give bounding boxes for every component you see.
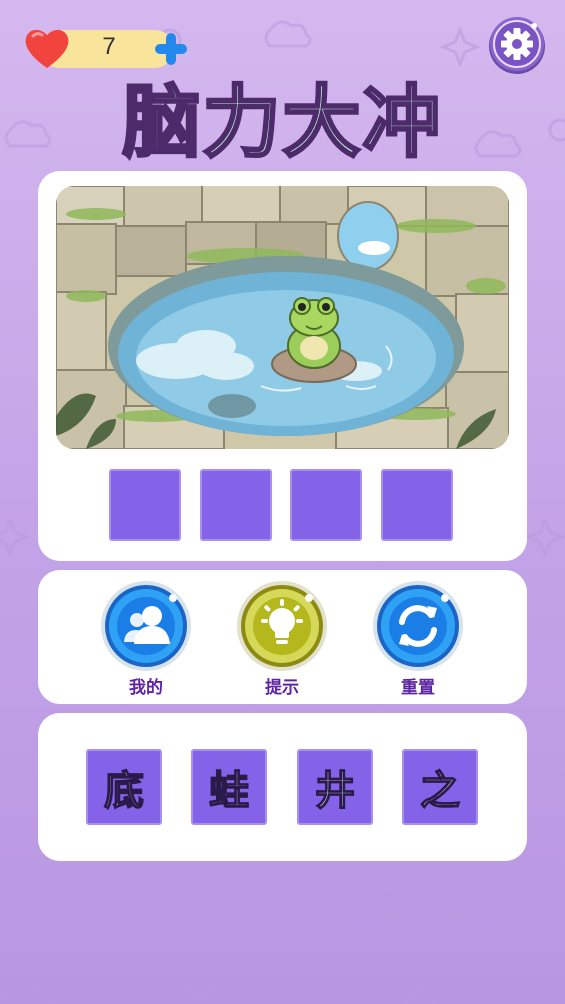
puzzle-image	[56, 186, 509, 449]
answer-slot[interactable]	[109, 469, 181, 541]
char-tile[interactable]: 蛙	[191, 749, 267, 825]
char-tile-label: 蛙	[208, 767, 250, 815]
char-tile[interactable]: 之	[402, 749, 478, 825]
lightbulb-icon	[237, 581, 327, 671]
users-icon	[101, 581, 191, 671]
char-tile[interactable]: 井	[297, 749, 373, 825]
action-panel: 我的 提示 重置	[38, 570, 527, 704]
hint-button[interactable]: 提示	[236, 580, 328, 698]
gear-icon[interactable]	[488, 16, 546, 74]
answer-slot[interactable]	[290, 469, 362, 541]
puzzle-panel	[38, 171, 527, 561]
mine-button[interactable]: 我的	[100, 580, 192, 698]
refresh-icon	[373, 581, 463, 671]
char-tile-label: 井	[314, 767, 356, 815]
choice-panel: 底 蛙 井 之	[38, 713, 527, 861]
hint-label: 提示	[265, 678, 299, 698]
page-title: 脑力大冲	[121, 77, 443, 170]
frog-well-illustration	[56, 186, 509, 449]
lives-count: 7	[102, 33, 116, 60]
answer-slot[interactable]	[200, 469, 272, 541]
reset-label: 重置	[401, 678, 435, 698]
char-tile-label: 底	[103, 767, 145, 815]
char-tile[interactable]: 底	[86, 749, 162, 825]
heart-icon	[25, 29, 69, 68]
mine-label: 我的	[129, 678, 163, 698]
answer-slot[interactable]	[381, 469, 453, 541]
char-tile-label: 之	[419, 767, 461, 815]
plus-icon[interactable]	[152, 30, 190, 68]
reset-button[interactable]: 重置	[372, 580, 464, 698]
